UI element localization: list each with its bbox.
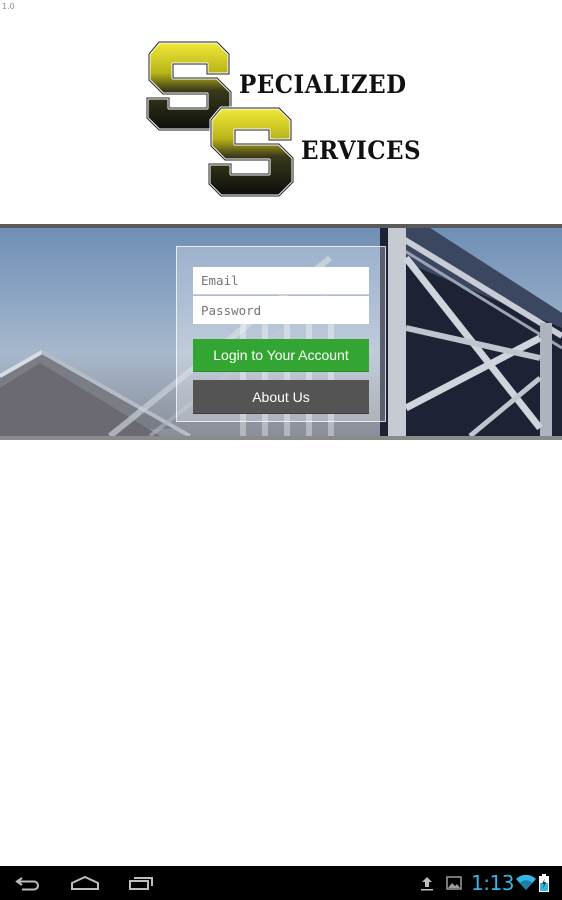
recent-apps-icon[interactable] xyxy=(128,866,154,900)
app-version-label: 1.0 xyxy=(2,2,15,11)
upload-icon xyxy=(420,866,434,900)
wifi-icon xyxy=(516,866,536,900)
logo-word-services: ERVICES xyxy=(301,136,422,165)
email-input[interactable] xyxy=(193,267,369,295)
image-notification-icon xyxy=(446,866,462,900)
about-us-button[interactable]: About Us xyxy=(193,380,369,414)
logo-letter-s-bottom xyxy=(207,106,295,198)
back-icon[interactable] xyxy=(14,866,42,900)
home-icon[interactable] xyxy=(70,866,100,900)
password-input[interactable] xyxy=(193,296,369,324)
logo-word-specialized: PECIALIZED xyxy=(239,70,407,99)
company-logo: PECIALIZED ERVICES xyxy=(145,40,422,198)
system-navigation-bar: 1:13 xyxy=(0,866,562,900)
status-bar-clock: 1:13 xyxy=(471,871,514,895)
battery-charging-icon xyxy=(539,866,549,900)
login-button[interactable]: Login to Your Account xyxy=(193,339,369,372)
logo-monogram-graphic xyxy=(145,40,295,198)
